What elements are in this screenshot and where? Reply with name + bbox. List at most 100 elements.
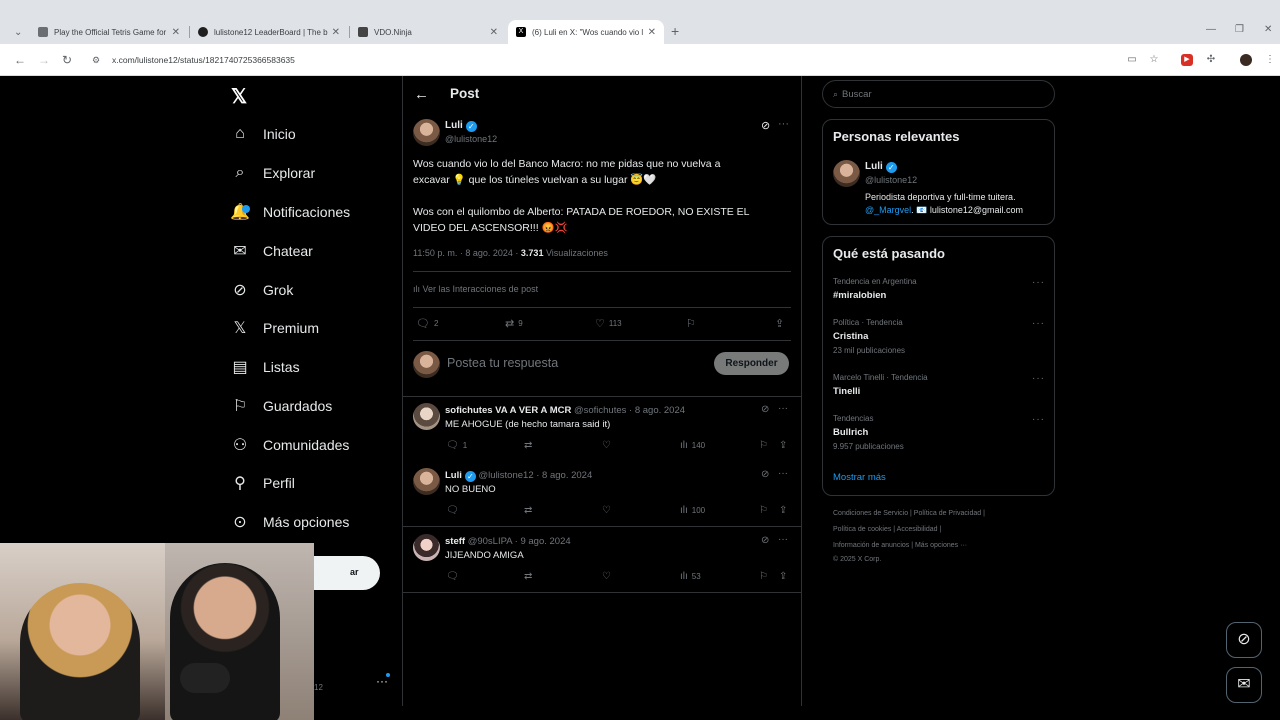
repost-button[interactable]: ⇄ (524, 505, 532, 516)
menu-kebab-icon[interactable]: ⋮ (1264, 54, 1276, 66)
show-more-link[interactable]: Mostrar más (833, 472, 886, 483)
more-options-icon[interactable]: ··· (778, 118, 789, 130)
trend-more-icon[interactable]: ··· (1032, 373, 1045, 384)
reload-icon[interactable]: ↻ (62, 53, 72, 67)
tab-search-icon[interactable]: ⌄ (14, 27, 22, 38)
trend-name[interactable]: Cristina (833, 331, 868, 342)
reply-input[interactable]: Postea tu respuesta (447, 356, 558, 370)
new-tab-icon[interactable]: + (671, 23, 679, 39)
sidebar-item-guardados[interactable]: ⚐ Guardados (230, 391, 332, 421)
grok-explain-icon[interactable]: ⊘ (761, 404, 769, 415)
x-logo-icon[interactable]: 𝕏 (231, 84, 247, 109)
sidebar-item-grok[interactable]: ⊘ Grok (230, 275, 293, 305)
search-input[interactable]: ⌕ Buscar (822, 80, 1055, 108)
profile-avatar-icon[interactable] (1240, 54, 1252, 66)
tab-leaderboard[interactable]: lulistone12 LeaderBoard | The b ✕ (190, 20, 348, 44)
share-button[interactable]: ⇪ (775, 317, 784, 330)
current-user-avatar[interactable] (413, 351, 440, 378)
forward-arrow-icon[interactable]: → (38, 53, 50, 67)
footer-links[interactable]: Información de anuncios | Más opciones ·… (833, 542, 967, 549)
footer-links[interactable]: Política de cookies | Accesibilidad | (833, 526, 941, 533)
sidebar-item-perfil[interactable]: ⚲ Perfil (230, 468, 295, 498)
back-arrow-icon[interactable]: ← (14, 53, 26, 67)
reply-avatar[interactable] (413, 403, 440, 430)
messages-fab-icon[interactable]: ✉ (1226, 667, 1262, 703)
author-avatar[interactable] (413, 119, 440, 146)
author-name-row[interactable]: Luli ✓ (445, 120, 477, 132)
close-icon[interactable]: ✕ (332, 27, 340, 38)
close-icon[interactable]: ✕ (648, 27, 656, 38)
sidebar-item-notificaciones[interactable]: 🔔 Notificaciones (230, 197, 350, 227)
grok-explain-icon[interactable]: ⊘ (761, 535, 769, 546)
close-icon[interactable]: ✕ (490, 27, 498, 38)
repost-button[interactable]: ⇄ 9 (505, 317, 523, 330)
trend-name[interactable]: Bullrich (833, 427, 868, 438)
reply-header[interactable]: sofichutes VA A VER A MCR @sofichutes · … (445, 405, 685, 416)
minimize-icon[interactable]: — (1206, 24, 1216, 35)
relevant-avatar[interactable] (833, 160, 860, 187)
repost-button[interactable]: ⇄ (524, 571, 532, 582)
post-interactions-link[interactable]: ılı Ver las Interacciones de post (413, 284, 538, 294)
reply-header[interactable]: steff @90sLIPA · 9 ago. 2024 (445, 536, 571, 547)
bookmark-star-icon[interactable]: ☆ (1148, 54, 1160, 66)
trend-name[interactable]: Tinelli (833, 386, 860, 397)
trend-more-icon[interactable]: ··· (1032, 414, 1045, 425)
more-options-icon[interactable]: ··· (778, 534, 788, 545)
sidebar-item-premium[interactable]: 𝕏 Premium (230, 313, 319, 343)
bookmark-button[interactable]: ⚐ (759, 505, 768, 516)
bookmark-button[interactable]: ⚐ (759, 571, 768, 582)
like-button[interactable]: ♡ (602, 440, 611, 451)
reply-button[interactable]: 🗨 (446, 571, 463, 582)
sidebar-item-m-s-opciones[interactable]: ⊙ Más opciones (230, 507, 349, 537)
bookmark-button[interactable]: ⚐ (686, 317, 696, 330)
reply-header[interactable]: Luli ✓ @lulistone12 · 8 ago. 2024 (445, 470, 592, 482)
author-handle[interactable]: @lulistone12 (445, 134, 497, 144)
back-arrow-icon[interactable]: ← (414, 86, 429, 103)
reply-avatar[interactable] (413, 468, 440, 495)
close-icon[interactable]: ✕ (172, 27, 180, 38)
sidebar-item-chatear[interactable]: ✉ Chatear (230, 236, 313, 266)
sidebar-item-comunidades[interactable]: ⚇ Comunidades (230, 430, 350, 460)
site-info-icon[interactable]: ⚙ (92, 55, 106, 66)
like-button[interactable]: ♡ (602, 571, 611, 582)
url-field[interactable]: ⚙ x.com/lulistone12/status/1821740725366… (84, 49, 1104, 71)
sidebar-item-explorar[interactable]: ⌕ Explorar (230, 158, 316, 188)
reply-avatar[interactable] (413, 534, 440, 561)
more-options-icon[interactable]: ··· (778, 468, 788, 479)
share-button[interactable]: ⇪ (779, 440, 787, 451)
tab-vdo-ninja[interactable]: VDO.Ninja ✕ (350, 20, 506, 44)
reply-submit-button[interactable]: Responder (714, 352, 789, 375)
grok-explain-icon[interactable]: ⊘ (761, 119, 770, 132)
tab-tetris[interactable]: Play the Official Tetris Game for ✕ (30, 20, 188, 44)
reply-button[interactable]: 🗨 1 (446, 440, 467, 451)
window-close-icon[interactable]: ✕ (1264, 24, 1272, 35)
grok-fab-icon[interactable]: ⊘ (1226, 622, 1262, 658)
bookmark-button[interactable]: ⚐ (759, 440, 768, 451)
bio-mention-link[interactable]: @_Margvel (865, 205, 911, 215)
share-button[interactable]: ⇪ (779, 571, 787, 582)
tab-x-post[interactable]: X (6) Luli en X: "Wos cuando vio l ✕ (508, 20, 664, 44)
like-button[interactable]: ♡ (602, 505, 611, 516)
reply-button[interactable]: 🗨 (446, 505, 463, 516)
trend-name[interactable]: #miralobien (833, 290, 886, 301)
maximize-icon[interactable]: ❐ (1235, 24, 1244, 35)
footer-links[interactable]: Condiciones de Servicio | Política de Pr… (833, 510, 985, 517)
more-options-icon[interactable]: ··· (778, 403, 788, 414)
trend-more-icon[interactable]: ··· (1032, 318, 1045, 329)
extensions-puzzle-icon[interactable]: ✣ (1205, 54, 1217, 66)
share-button[interactable]: ⇪ (779, 505, 787, 516)
sidebar-item-listas[interactable]: ▤ Listas (230, 352, 299, 382)
extension-red-icon[interactable]: ▶ (1181, 54, 1193, 66)
grok-explain-icon[interactable]: ⊘ (761, 469, 769, 480)
views-button[interactable]: ılı 140 (680, 440, 705, 451)
relevant-name-row[interactable]: Luli ✓ (865, 161, 897, 173)
trend-more-icon[interactable]: ··· (1032, 277, 1045, 288)
reply-button[interactable]: 🗨 2 (416, 317, 438, 330)
post-timestamp[interactable]: 11:50 p. m. · 8 ago. 2024 · (413, 248, 518, 258)
relevant-handle[interactable]: @lulistone12 (865, 175, 917, 185)
views-button[interactable]: ılı 53 (680, 571, 701, 582)
install-app-icon[interactable]: ▭ (1126, 54, 1138, 66)
like-button[interactable]: ♡ 113 (595, 317, 622, 330)
views-button[interactable]: ılı 100 (680, 505, 705, 516)
sidebar-item-inicio[interactable]: ⌂ Inicio (230, 119, 296, 149)
